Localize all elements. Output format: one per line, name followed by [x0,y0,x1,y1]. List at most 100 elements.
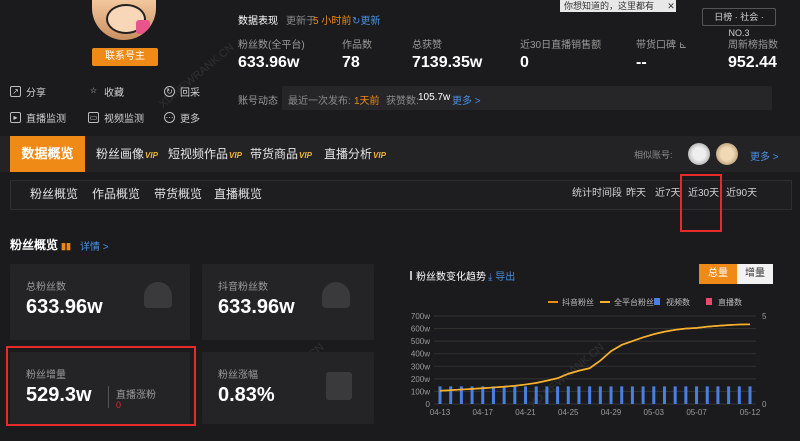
subtab-fans[interactable]: 粉丝概览 [30,180,78,208]
video-count-bar [662,386,666,404]
x-tick-label: 05-12 [740,408,761,417]
details-link[interactable]: 详情 > [80,238,109,253]
recollect-button[interactable]: ↻ 回采 [164,84,200,99]
video-count-bar [630,386,634,404]
video-count-bar [438,386,442,404]
export-button[interactable]: ⤓ 导出 [488,268,515,283]
update-link[interactable]: ↻更新 [352,12,380,27]
share-button[interactable]: ↗ 分享 [10,84,46,99]
fans-growth-card: 粉丝涨幅 0.83% [202,352,374,424]
video-count-bar [673,386,677,404]
close-icon[interactable]: ✕ [666,0,676,12]
stat-label: 近30日直播销售额 [520,40,602,51]
video-count-bar [513,386,517,404]
subtab-live[interactable]: 直播概览 [214,180,262,208]
y2-tick-label: 0 [762,400,767,409]
legend-label: 抖音粉丝 [562,297,594,307]
legend-label: 视频数 [666,297,690,307]
video-count-bar [524,386,528,404]
x-tick-label: 05-03 [644,408,665,417]
last-publish: 1天前 [354,96,380,107]
video-count-bar [716,386,720,404]
video-count-bar [588,386,592,404]
x-tick-label: 04-25 [558,408,579,417]
stat-value: 0 [520,54,529,71]
update-time: 5 小时前 [313,16,352,27]
y-tick-label: 700w [411,312,430,321]
subtab-works[interactable]: 作品概览 [92,180,140,208]
y-tick-label: 100w [411,387,430,396]
legend-label: 全平台粉丝 [614,297,654,307]
tab-products[interactable]: 带货商品VIP [250,136,312,172]
video-count-bar [705,386,709,404]
series-line [439,323,751,392]
stat-value: 78 [342,54,360,71]
y2-tick-label: 5 [762,312,767,321]
stat-label: 总获赞 [412,40,442,51]
user-icon [144,282,172,308]
live-monitor-button[interactable]: ▸ 直播监测 [10,110,66,125]
live-icon: ▸ [10,112,21,123]
download-icon: ⤓ [488,272,493,283]
stat-value: 7139.35w [412,54,483,71]
video-count-bar [545,386,549,404]
stat-value: 633.96w [238,54,300,71]
more-icon: ⋯ [164,112,175,123]
video-count-bar [534,386,538,404]
avatar[interactable] [92,0,156,40]
similar-more-link[interactable]: 更多 > [750,148,779,163]
rank-badge[interactable]: 日榜 · 社会 · NO.3 [702,8,776,38]
douyin-fans-card: 抖音粉丝数 633.96w [202,264,374,340]
x-tick-label: 04-17 [473,408,494,417]
x-tick-label: 04-21 [515,408,536,417]
star-icon: ☆ [89,86,98,95]
favorite-button[interactable]: ☆ 收藏 [88,84,124,99]
data-label: 数据表现 [238,16,278,27]
legend-swatch [706,298,712,305]
tab-data-overview[interactable]: 数据概览 [10,136,85,172]
user-icon [322,282,350,308]
video-count-bar [684,386,688,404]
similar-account-avatar[interactable] [688,143,710,165]
more-button[interactable]: ⋯ 更多 [164,110,200,125]
tab-short-videos[interactable]: 短视频作品VIP [168,136,242,172]
refresh-icon: ↻ [164,86,175,97]
video-count-bar [620,386,624,404]
video-count-bar [566,386,570,404]
video-count-bar [556,386,560,404]
x-tick-label: 04-13 [430,408,451,417]
y-tick-label: 600w [411,325,430,334]
legend-swatch [654,298,660,305]
toggle-total[interactable]: 总量 [699,264,737,284]
video-icon: ▭ [88,112,99,123]
total-fans-value: 633.96w [26,296,103,318]
dynamics-label: 账号动态 [238,96,278,107]
range-7-days[interactable]: 近7天 [655,180,681,208]
video-count-bar [641,386,645,404]
stat-label: 周新榜指数 [728,40,778,51]
highlight-box [680,174,722,232]
video-count-bar [652,386,656,404]
video-count-bar [577,386,581,404]
dynamics-more-link[interactable]: 更多 > [452,92,481,107]
similar-account-avatar[interactable] [716,143,738,165]
subtab-commerce[interactable]: 带货概览 [154,180,202,208]
tab-fan-profile[interactable]: 粉丝画像VIP [96,136,158,172]
info-icon: ⊾ [678,40,688,51]
video-monitor-button[interactable]: ▭ 视频监测 [88,110,144,125]
range-yesterday[interactable]: 昨天 [626,180,646,208]
video-count-bar [748,386,752,404]
share-icon: ↗ [10,86,21,97]
range-90-days[interactable]: 近90天 [726,180,757,208]
highlight-box [6,346,196,426]
y-tick-label: 300w [411,362,430,371]
contact-owner-button[interactable]: 联系号主 [92,48,158,66]
video-count-bar [598,386,602,404]
total-fans-card: 总粉丝数 633.96w [10,264,190,340]
x-tick-label: 05-07 [686,408,707,417]
tab-live-analysis[interactable]: 直播分析VIP [324,136,386,172]
video-count-bar [609,386,613,404]
toggle-increase[interactable]: 增量 [737,264,773,284]
y-tick-label: 200w [411,375,430,384]
x-tick-label: 04-29 [601,408,622,417]
